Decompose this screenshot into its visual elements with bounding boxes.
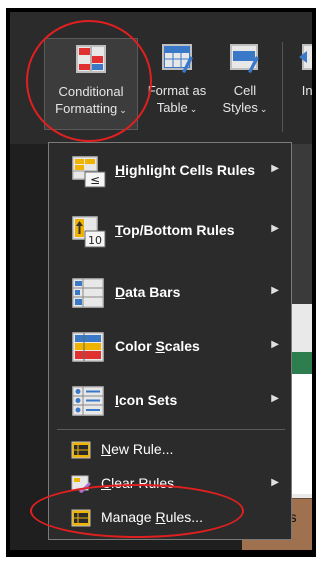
submenu-arrow-icon: ▶ [271, 163, 279, 174]
icon-sets-icon [71, 385, 107, 419]
cell-styles-label-line2: Styles [222, 100, 258, 115]
menu-item-highlight-cells-rules[interactable]: ≤ Highlight Cells Rules ▶ [49, 147, 291, 197]
menu-item-label: Highlight Cells Rules [115, 162, 256, 178]
submenu-arrow-icon: ▶ [271, 285, 279, 296]
menu-item-new-rule[interactable]: New Rule... [49, 432, 291, 468]
insert-button[interactable]: Inse ⌄ [294, 42, 313, 118]
cell-styles-label-line1: Cell [233, 83, 257, 98]
svg-text:10: 10 [88, 234, 102, 247]
conditional-formatting-label-line2: Formatting [55, 101, 118, 116]
menu-item-label: Manage Rules... [101, 509, 203, 525]
menu-item-color-scales[interactable]: Color Scales ▶ [49, 323, 291, 373]
color-scales-icon [71, 331, 107, 365]
ribbon-separator [282, 42, 283, 132]
menu-item-label: Clear Rules [101, 475, 175, 491]
menu-item-clear-rules[interactable]: Clear Rules ▶ [49, 466, 291, 502]
menu-item-label: Icon Sets [115, 392, 178, 408]
submenu-arrow-icon: ▶ [271, 393, 279, 404]
excel-window: Conditional Formatting ⌄ Format as Table ⌄ [6, 8, 316, 557]
cell-styles-icon [228, 42, 262, 76]
chevron-down-icon: ⌄ [311, 101, 312, 118]
submenu-arrow-icon: ▶ [271, 477, 279, 488]
conditional-formatting-label-line1: Conditional [58, 84, 124, 99]
menu-item-data-bars[interactable]: Data Bars ▶ [49, 269, 291, 319]
menu-item-manage-rules[interactable]: Manage Rules... [49, 500, 291, 536]
chevron-down-icon: ⌄ [189, 104, 198, 114]
menu-separator [57, 429, 285, 430]
menu-item-label: Top/Bottom Rules [115, 222, 235, 238]
chevron-down-icon: ⌄ [119, 105, 127, 115]
submenu-arrow-icon: ▶ [271, 223, 279, 234]
conditional-formatting-menu: ≤ Highlight Cells Rules ▶ 10 Top/Bottom … [48, 142, 292, 540]
new-rule-icon [71, 441, 91, 459]
top-bottom-icon: 10 [71, 215, 107, 249]
clear-rules-icon [71, 475, 91, 493]
menu-item-top-bottom-rules[interactable]: 10 Top/Bottom Rules ▶ [49, 207, 291, 257]
conditional-formatting-button[interactable]: Conditional Formatting ⌄ [44, 38, 138, 130]
format-as-table-icon [160, 42, 194, 76]
menu-item-icon-sets[interactable]: Icon Sets ▶ [49, 377, 291, 427]
cell-styles-button[interactable]: Cell Styles ⌄ [214, 42, 276, 118]
format-as-table-button[interactable]: Format as Table ⌄ [142, 42, 212, 118]
submenu-arrow-icon: ▶ [271, 339, 279, 350]
window-bottom-edge [10, 550, 312, 553]
menu-item-label: New Rule... [101, 441, 174, 457]
chevron-down-icon: ⌄ [259, 104, 268, 114]
format-as-table-label-line2: Table [156, 100, 188, 115]
insert-icon [297, 42, 312, 76]
data-bars-icon [71, 277, 107, 311]
ribbon: Conditional Formatting ⌄ Format as Table ⌄ [10, 12, 312, 144]
svg-text:≤: ≤ [90, 173, 100, 187]
highlight-cells-icon: ≤ [71, 155, 107, 189]
menu-item-label: Color Scales [115, 338, 200, 354]
format-as-table-label-line1: Format as [147, 83, 207, 98]
insert-label: Inse [301, 83, 313, 98]
conditional-formatting-icon [74, 43, 108, 77]
manage-rules-icon [71, 509, 91, 527]
menu-item-label: Data Bars [115, 284, 181, 300]
